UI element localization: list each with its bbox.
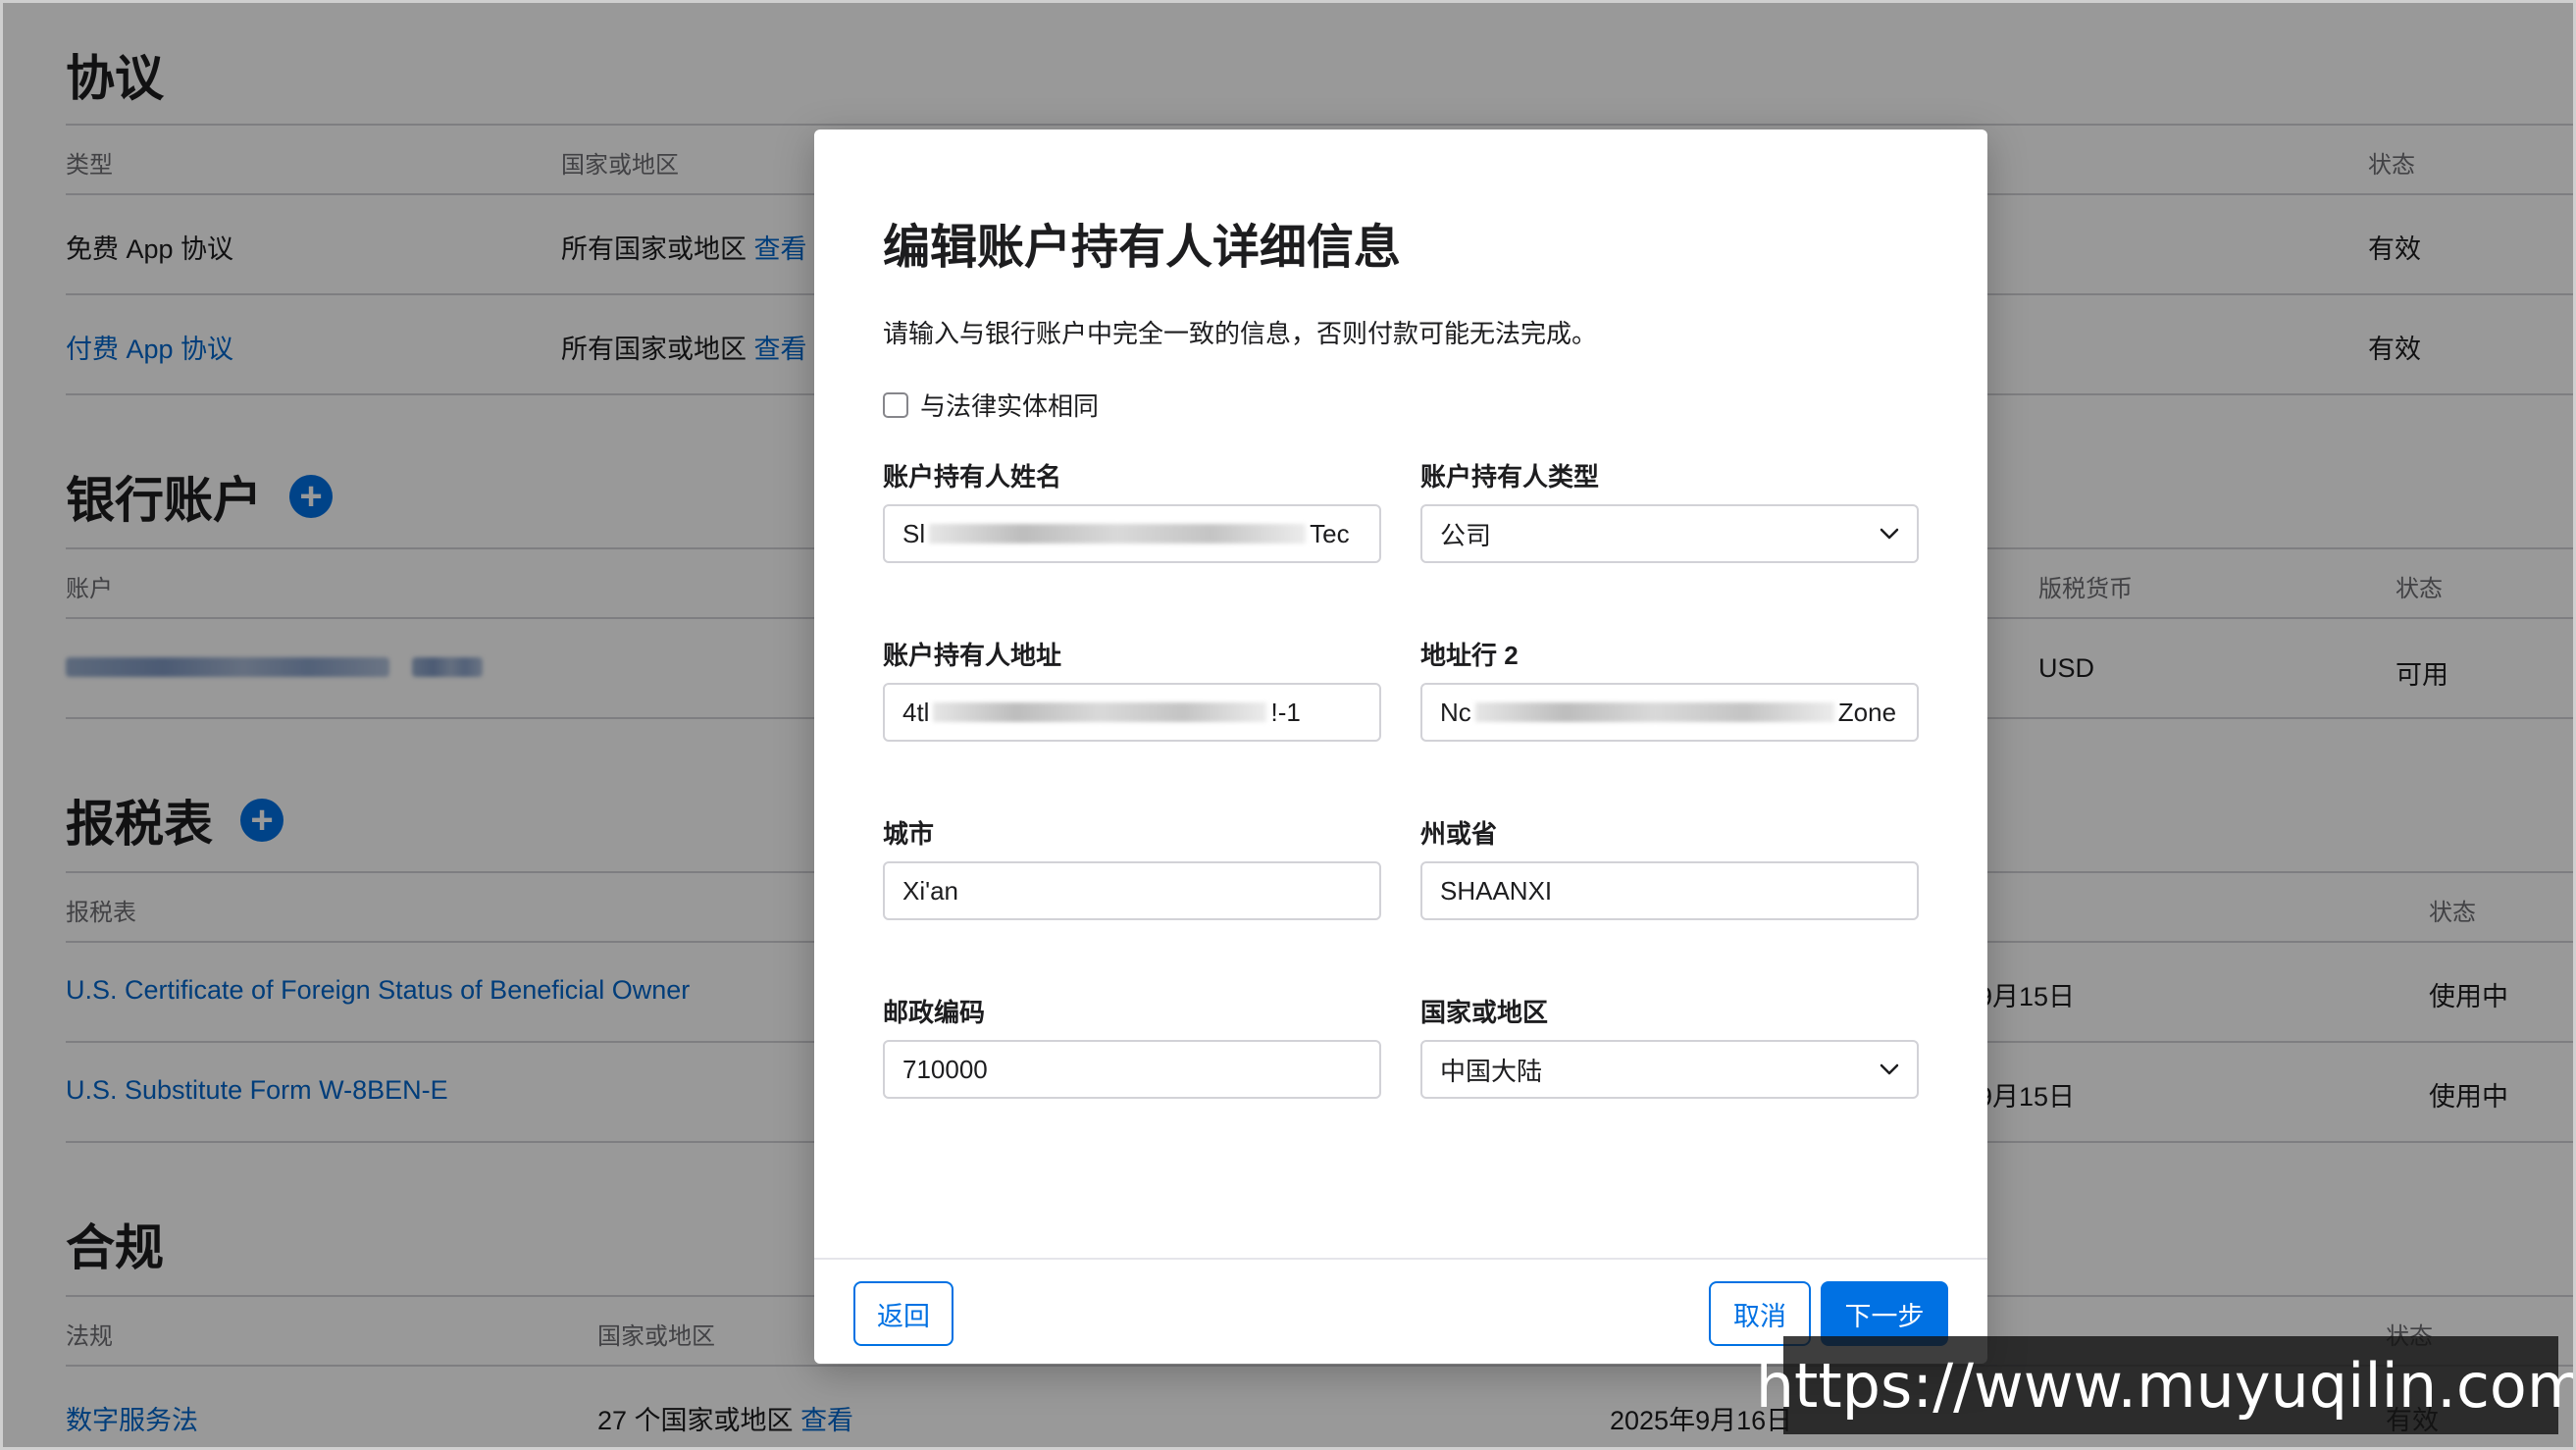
state-label: 州或省 <box>1420 819 1498 849</box>
redacted-text <box>933 702 1267 722</box>
same-as-legal-entity-checkbox[interactable] <box>883 391 908 418</box>
address-line2-label: 地址行 2 <box>1420 641 1519 670</box>
redacted-text <box>929 524 1307 544</box>
dialog-description: 请输入与银行账户中完全一致的信息，否则付款可能无法完成。 <box>883 319 1598 348</box>
state-field[interactable]: SHAANXI <box>1420 861 1919 920</box>
holder-name-field[interactable]: Sl Tec <box>883 504 1381 563</box>
watermark: https://www.muyuqilin.com <box>1756 1336 2576 1434</box>
edit-account-holder-dialog: 编辑账户持有人详细信息 请输入与银行账户中完全一致的信息，否则付款可能无法完成。… <box>814 129 1987 1364</box>
dialog-title: 编辑账户持有人详细信息 <box>883 222 1402 274</box>
address-field[interactable]: 4tl !-1 <box>883 683 1381 742</box>
redacted-text <box>1474 702 1834 722</box>
chevron-down-icon <box>1880 524 1899 544</box>
city-field[interactable]: Xi'an <box>883 861 1381 920</box>
postal-code-field[interactable]: 710000 <box>883 1040 1381 1099</box>
country-label: 国家或地区 <box>1420 998 1549 1027</box>
address-label: 账户持有人地址 <box>883 641 1062 670</box>
city-label: 城市 <box>883 819 935 849</box>
address-line2-field[interactable]: Nc Zone <box>1420 683 1919 742</box>
same-as-legal-entity-option[interactable]: 与法律实体相同 <box>883 387 1099 423</box>
footer-divider <box>814 1258 1987 1260</box>
holder-name-label: 账户持有人姓名 <box>883 462 1062 492</box>
holder-type-label: 账户持有人类型 <box>1420 462 1600 492</box>
back-button[interactable]: 返回 <box>853 1281 953 1346</box>
holder-type-select[interactable]: 公司 <box>1420 504 1919 563</box>
country-select[interactable]: 中国大陆 <box>1420 1040 1919 1099</box>
chevron-down-icon <box>1880 1060 1899 1079</box>
checkbox-label: 与法律实体相同 <box>920 391 1100 421</box>
postal-code-label: 邮政编码 <box>883 998 986 1027</box>
